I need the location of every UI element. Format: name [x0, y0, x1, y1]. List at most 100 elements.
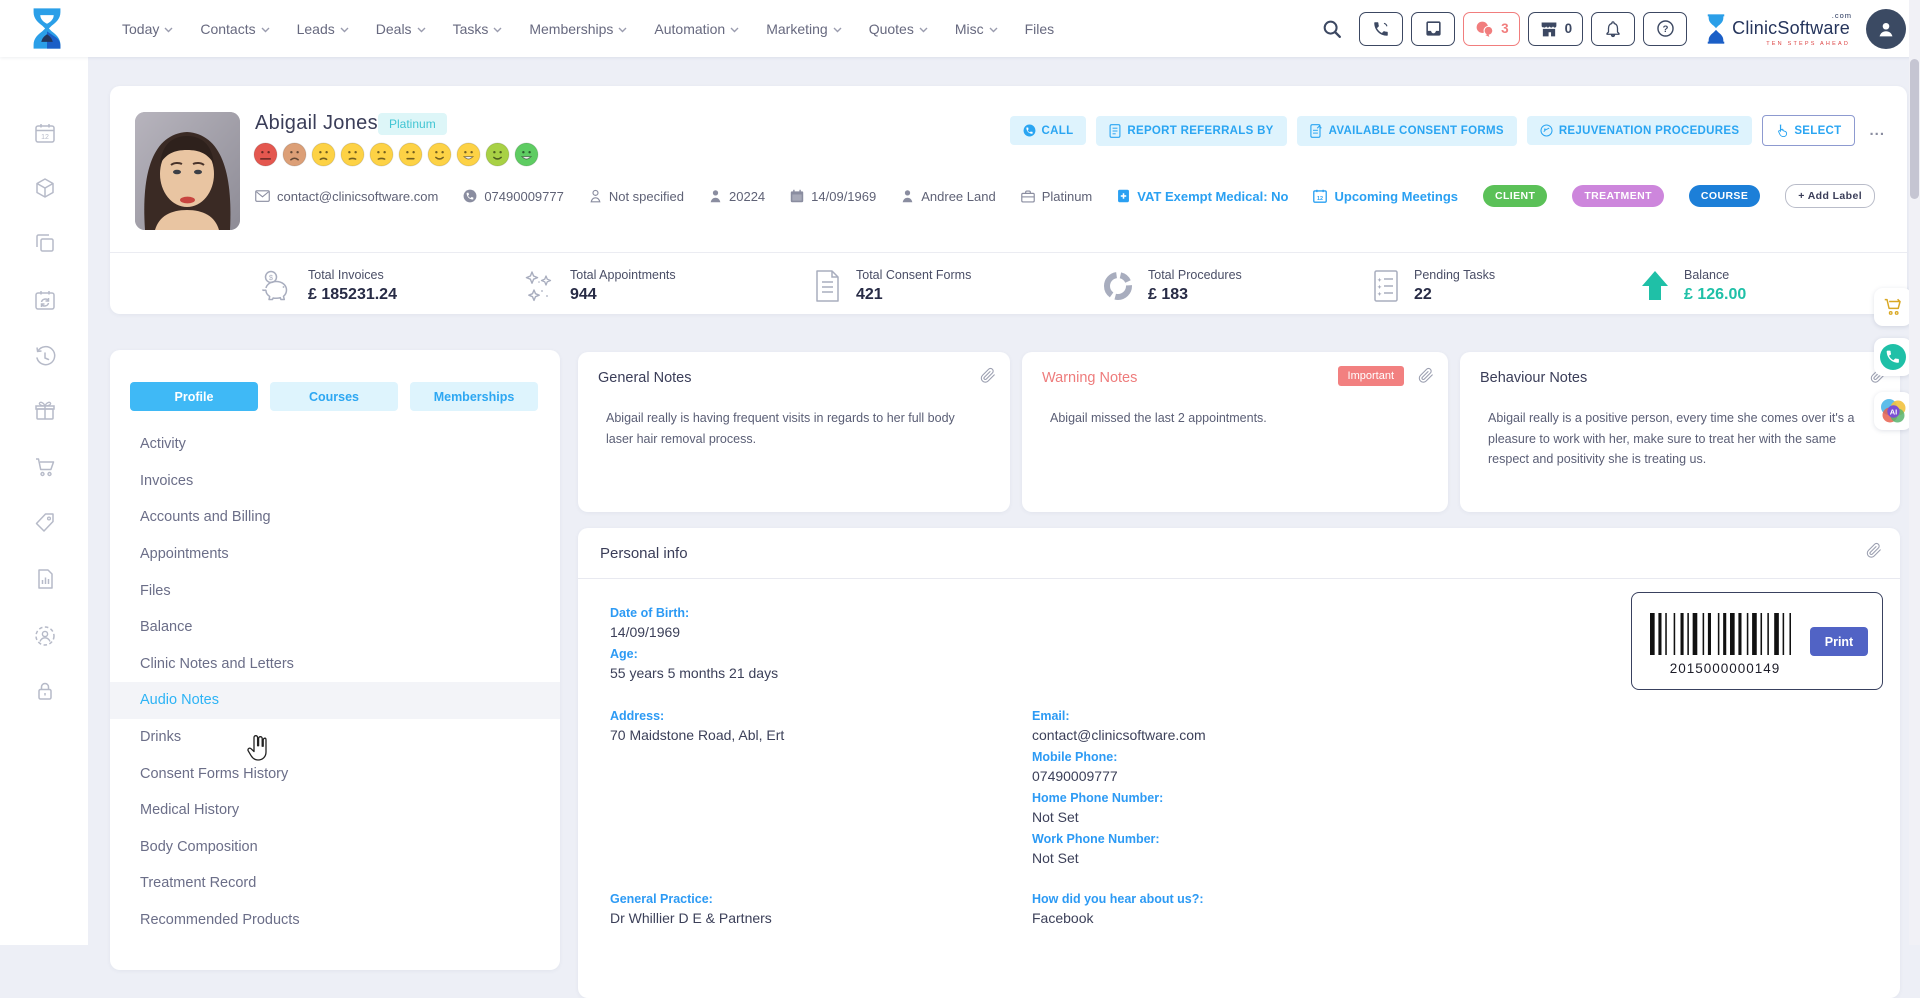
mood-face-icon[interactable]: [427, 142, 452, 167]
patient-phone[interactable]: 07490009777: [463, 189, 564, 204]
panel-item-activity[interactable]: Activity: [110, 426, 560, 463]
patient-photo[interactable]: [135, 112, 240, 230]
panel-item-body-composition[interactable]: Body Composition: [110, 829, 560, 866]
calendar-icon[interactable]: 12: [33, 121, 57, 145]
history-icon[interactable]: [33, 345, 57, 369]
nav-memberships[interactable]: Memberships: [529, 21, 627, 37]
scrollbar-thumb[interactable]: [1910, 59, 1919, 199]
panel-item-balance[interactable]: Balance: [110, 609, 560, 646]
phone-widget[interactable]: [1874, 338, 1912, 376]
nav-files[interactable]: Files: [1025, 21, 1055, 37]
bell-icon: [1604, 20, 1622, 38]
panel-item-medical-history[interactable]: Medical History: [110, 792, 560, 829]
copy-icon[interactable]: [33, 231, 57, 255]
scrollbar[interactable]: [1909, 0, 1920, 945]
mood-face-icon[interactable]: [311, 142, 336, 167]
panel-item-treatment-record[interactable]: Treatment Record: [110, 865, 560, 902]
tab-courses[interactable]: Courses: [270, 382, 398, 411]
mood-face-icon[interactable]: [282, 142, 307, 167]
warning-notes-card: Warning Notes Important Abigail missed t…: [1022, 352, 1448, 512]
price-tag-icon[interactable]: [33, 511, 57, 535]
nav-quotes[interactable]: Quotes: [869, 21, 928, 37]
panel-item-accounts-billing[interactable]: Accounts and Billing: [110, 499, 560, 536]
nav-leads[interactable]: Leads: [297, 21, 349, 37]
report-referrals-button[interactable]: REPORT REFERRALS BY: [1096, 116, 1286, 146]
search-icon[interactable]: [1321, 18, 1343, 40]
cart-widget[interactable]: [1874, 288, 1912, 326]
phone-icon: [1023, 124, 1036, 137]
label-client[interactable]: CLIENT: [1483, 185, 1547, 207]
panel-item-invoices[interactable]: Invoices: [110, 463, 560, 500]
panel-item-audio-notes[interactable]: Audio Notes: [110, 682, 560, 719]
tab-profile[interactable]: Profile: [130, 382, 258, 411]
inbox-button[interactable]: [1411, 12, 1455, 46]
mobile-value: 07490009777: [1032, 768, 1118, 784]
help-button[interactable]: ?: [1643, 12, 1687, 46]
gift-icon[interactable]: [33, 399, 57, 423]
user-avatar[interactable]: [1866, 9, 1906, 49]
report-document-icon[interactable]: [33, 567, 57, 591]
panel-item-recommended-products[interactable]: Recommended Products: [110, 902, 560, 939]
label-course[interactable]: COURSE: [1689, 185, 1760, 207]
rejuvenation-procedures-button[interactable]: REJUVENATION PROCEDURES: [1527, 116, 1753, 145]
user-icon: [1875, 18, 1897, 40]
nav-contacts[interactable]: Contacts: [200, 21, 269, 37]
cart-icon[interactable]: [33, 455, 57, 479]
phone-green-icon: [1879, 343, 1907, 371]
call-button[interactable]: CALL: [1010, 116, 1087, 145]
panel-item-consent-history[interactable]: Consent Forms History: [110, 755, 560, 792]
panel-item-files[interactable]: Files: [110, 572, 560, 609]
nav-misc[interactable]: Misc: [955, 21, 998, 37]
attachment-icon[interactable]: [1866, 542, 1882, 559]
chat-bubbles-icon: [1474, 20, 1495, 38]
select-button[interactable]: SELECT: [1762, 115, 1855, 146]
panel-item-drinks[interactable]: Drinks: [110, 719, 560, 756]
nav-deals[interactable]: Deals: [376, 21, 426, 37]
ai-assistant-widget[interactable]: AI: [1874, 392, 1912, 430]
vat-exempt-link[interactable]: VAT Exempt Medical: No: [1117, 189, 1288, 204]
print-button[interactable]: Print: [1810, 627, 1868, 656]
package-icon[interactable]: [33, 176, 57, 200]
mood-face-icon[interactable]: [253, 142, 278, 167]
more-actions-button[interactable]: ...: [1869, 122, 1885, 139]
mood-face-icon[interactable]: [514, 142, 539, 167]
svg-text:12: 12: [41, 134, 49, 141]
panel-item-clinic-notes[interactable]: Clinic Notes and Letters: [110, 646, 560, 683]
mood-face-icon[interactable]: [456, 142, 481, 167]
chat-button[interactable]: 3: [1463, 12, 1520, 46]
stat-total-appointments: Total Appointments944: [520, 268, 676, 304]
attachment-icon[interactable]: [980, 367, 996, 384]
nav-marketing[interactable]: Marketing: [766, 21, 841, 37]
calendar-sync-icon[interactable]: [33, 288, 57, 312]
mood-face-icon[interactable]: [485, 142, 510, 167]
mood-face-icon[interactable]: [398, 142, 423, 167]
label-treatment[interactable]: TREATMENT: [1572, 185, 1664, 207]
patient-barcode-box: 2015000000149 Print: [1631, 592, 1883, 690]
envelope-icon: [255, 190, 270, 202]
behaviour-notes-title: Behaviour Notes: [1480, 370, 1880, 386]
gp-label: General Practice:: [610, 892, 713, 906]
store-button[interactable]: 0: [1528, 12, 1584, 46]
nav-today[interactable]: Today: [122, 21, 173, 37]
add-label-button[interactable]: + Add Label: [1785, 184, 1875, 208]
mobile-label: Mobile Phone:: [1032, 750, 1117, 764]
dialer-button[interactable]: [1359, 12, 1403, 46]
notifications-button[interactable]: [1591, 12, 1635, 46]
upcoming-meetings-link[interactable]: 12 Upcoming Meetings: [1313, 189, 1458, 204]
mood-face-icon[interactable]: [369, 142, 394, 167]
patient-owner: Andree Land: [901, 189, 995, 204]
consent-forms-button[interactable]: AVAILABLE CONSENT FORMS: [1297, 116, 1517, 146]
nav-automation[interactable]: Automation: [654, 21, 739, 37]
nav-tasks[interactable]: Tasks: [453, 21, 503, 37]
mood-face-icon[interactable]: [340, 142, 365, 167]
barcode-number: 2015000000149: [1650, 661, 1800, 676]
attachment-icon[interactable]: [1418, 367, 1434, 384]
hear-about-value: Facebook: [1032, 910, 1093, 926]
lock-icon[interactable]: [33, 679, 57, 703]
tab-memberships[interactable]: Memberships: [410, 382, 538, 411]
panel-item-appointments[interactable]: Appointments: [110, 536, 560, 573]
clinicsoftware-hourglass-logo[interactable]: [24, 5, 70, 52]
account-clock-icon[interactable]: [33, 624, 57, 648]
patient-email[interactable]: contact@clinicsoftware.com: [255, 189, 438, 204]
home-phone-value: Not Set: [1032, 809, 1079, 825]
